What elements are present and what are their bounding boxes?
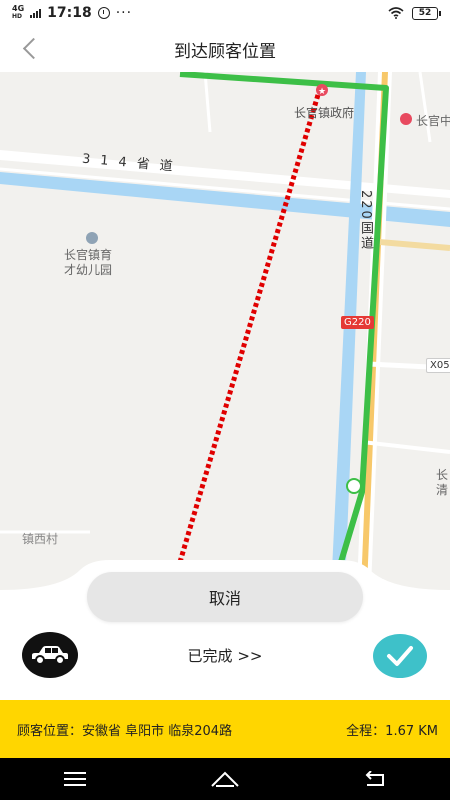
network-sub-label: HD bbox=[12, 13, 23, 20]
map-label-school-2: 才幼儿园 bbox=[64, 263, 113, 277]
total-distance: 全程：1.67 KM bbox=[346, 723, 438, 739]
network-label: 4G bbox=[12, 4, 25, 13]
map-label-edge-2: 清 bbox=[436, 483, 449, 497]
battery-level: 52 bbox=[418, 8, 432, 18]
more-notifications-icon: ··· bbox=[115, 5, 133, 21]
info-bar: 顾客位置：安徽省 阜阳市 临泉204路 全程：1.67 KM bbox=[0, 700, 450, 758]
home-nav-button[interactable] bbox=[205, 764, 245, 794]
back-button[interactable] bbox=[20, 38, 42, 60]
menu-nav-button[interactable] bbox=[55, 764, 95, 794]
home-icon bbox=[211, 771, 239, 787]
action-row: 已完成 >> bbox=[0, 632, 450, 698]
signal-icon bbox=[30, 8, 42, 18]
status-right: 52 bbox=[388, 6, 441, 20]
map-label-gov: 长官镇政府 bbox=[294, 106, 355, 120]
customer-address: 顾客位置：安徽省 阜阳市 临泉204路 bbox=[17, 723, 233, 739]
map-view[interactable]: ★ 长官镇政府 长官中 314省道 220国道 长官镇育 才幼儿园 镇西村 村 … bbox=[0, 72, 450, 612]
svg-text:★: ★ bbox=[318, 87, 326, 97]
back-nav-button[interactable] bbox=[355, 764, 395, 794]
status-bar: 4G HD 17:18 ··· 52 bbox=[0, 0, 450, 26]
map-label-village-west: 镇西村 bbox=[22, 532, 59, 546]
confirm-check-button[interactable] bbox=[373, 634, 427, 678]
return-icon bbox=[365, 771, 384, 786]
map-label-road-220: 220国道 bbox=[358, 190, 373, 251]
g220-badge: G220 bbox=[341, 316, 374, 329]
network-type: 4G HD bbox=[12, 5, 24, 21]
x05-badge: X05 bbox=[426, 358, 450, 373]
check-icon bbox=[387, 646, 413, 666]
status-time: 17:18 bbox=[47, 5, 92, 21]
cancel-button[interactable]: 取消 bbox=[87, 572, 363, 622]
map-label-poi-right: 长官中 bbox=[416, 114, 450, 128]
alarm-clock-icon bbox=[97, 7, 110, 19]
route-red bbox=[177, 87, 323, 563]
bottom-card: 取消 已完成 >> bbox=[0, 560, 450, 700]
page-title: 到达顾客位置 bbox=[174, 41, 276, 62]
status-left: 4G HD 17:18 ··· bbox=[12, 5, 133, 22]
system-nav-bar bbox=[0, 758, 450, 800]
menu-icon bbox=[64, 772, 86, 786]
wifi-icon bbox=[388, 7, 404, 19]
battery-icon: 52 bbox=[412, 6, 441, 20]
header: 到达顾客位置 bbox=[0, 26, 450, 72]
map-graphics: ★ bbox=[0, 72, 450, 612]
